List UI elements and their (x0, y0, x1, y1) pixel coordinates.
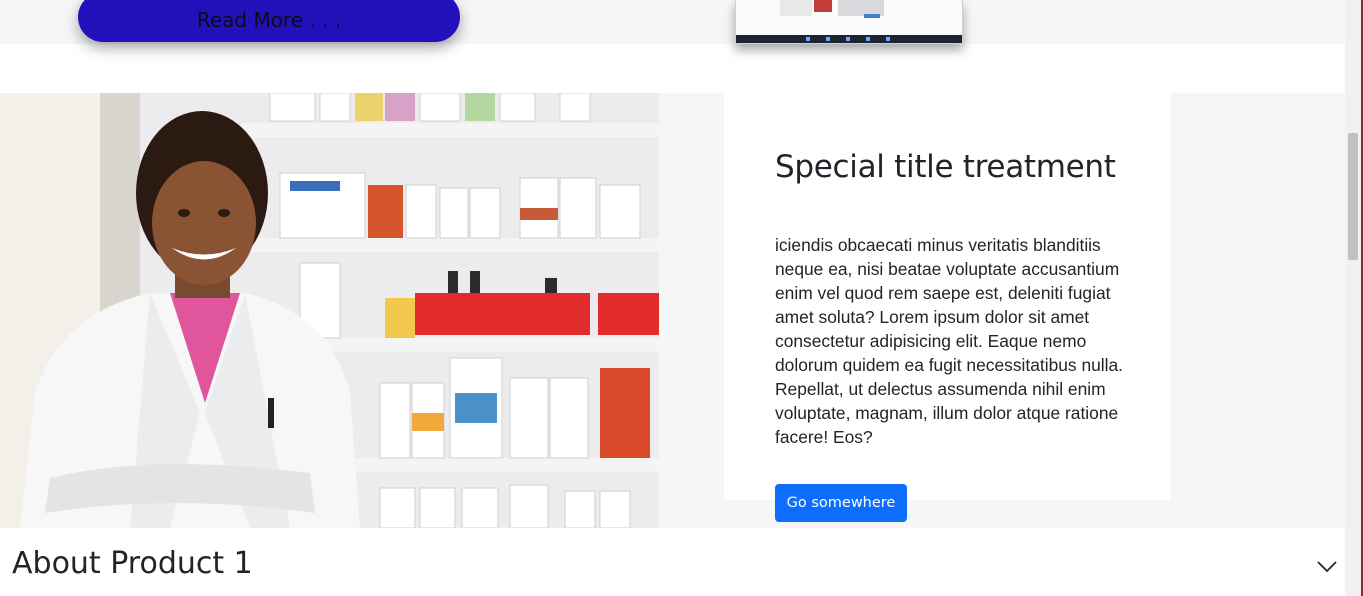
go-somewhere-button[interactable]: Go somewhere (775, 484, 907, 522)
vertical-scrollbar[interactable] (1345, 0, 1361, 596)
card-title: Special title treatment (775, 149, 1116, 185)
page: Read More . . . Special title treatment … (0, 0, 1345, 596)
feature-card: Special title treatment iciendis obcaeca… (724, 93, 1170, 500)
scrollbar-thumb[interactable] (1348, 133, 1358, 260)
feature-section: Special title treatment iciendis obcaeca… (0, 93, 1345, 528)
card-text: iciendis obcaecati minus veritatis bland… (775, 235, 1124, 447)
screenshot-thumbnail (735, 0, 963, 44)
pharmacist-photo (0, 93, 659, 528)
read-more-button[interactable]: Read More . . . (78, 0, 460, 42)
about-product-title[interactable]: About Product 1 (12, 546, 253, 581)
chevron-down-icon[interactable] (1316, 560, 1338, 574)
